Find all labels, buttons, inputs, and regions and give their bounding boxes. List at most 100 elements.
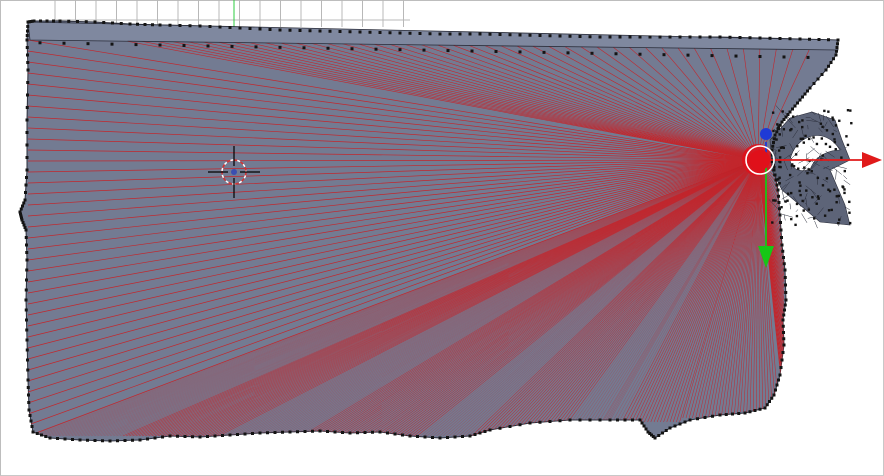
mesh-vertex[interactable] (478, 32, 482, 36)
mesh-vertex[interactable] (483, 430, 487, 433)
mesh-vertex[interactable] (816, 77, 820, 81)
mesh-vertex[interactable] (782, 337, 786, 341)
mesh-vertex[interactable] (768, 400, 771, 403)
mesh-vertex[interactable] (758, 55, 762, 59)
mesh-vertex[interactable] (799, 193, 802, 197)
mesh-vertex[interactable] (781, 324, 785, 328)
mesh-vertex[interactable] (388, 31, 392, 35)
mesh-vertex[interactable] (805, 189, 808, 192)
mesh-vertex[interactable] (438, 436, 442, 440)
mesh-vertex[interactable] (817, 197, 820, 200)
mesh-vertex[interactable] (188, 24, 192, 28)
mesh-vertex[interactable] (131, 438, 134, 442)
mesh-vertex[interactable] (631, 418, 634, 422)
mesh-vertex[interactable] (468, 434, 472, 438)
mesh-vertex[interactable] (538, 34, 542, 37)
mesh-vertex[interactable] (798, 181, 801, 184)
mesh-vertex[interactable] (828, 145, 832, 148)
mesh-vertex[interactable] (371, 430, 374, 434)
mesh-vertex[interactable] (333, 430, 337, 434)
mesh-vertex[interactable] (302, 46, 306, 50)
mesh-vertex[interactable] (528, 33, 532, 37)
mesh-vertex[interactable] (86, 438, 89, 442)
mesh-vertex[interactable] (799, 184, 802, 187)
mesh-vertex[interactable] (827, 38, 830, 42)
mesh-vertex[interactable] (123, 439, 127, 442)
mesh-vertex[interactable] (608, 35, 612, 39)
mesh-vertex[interactable] (268, 28, 272, 31)
mesh-vertex[interactable] (23, 198, 27, 202)
3d-viewport[interactable] (0, 0, 884, 476)
mesh-vertex[interactable] (815, 202, 818, 205)
mesh-vertex[interactable] (25, 348, 29, 352)
mesh-vertex[interactable] (783, 276, 787, 279)
mesh-vertex[interactable] (453, 435, 457, 439)
mesh-vertex[interactable] (782, 331, 785, 334)
mesh-vertex[interactable] (25, 131, 29, 134)
mesh-vertex[interactable] (778, 156, 782, 159)
mesh-vertex[interactable] (724, 413, 728, 416)
mesh-vertex[interactable] (101, 439, 104, 443)
mesh-vertex[interactable] (446, 436, 449, 439)
mesh-vertex[interactable] (644, 427, 648, 431)
mesh-vertex[interactable] (62, 41, 66, 45)
mesh-vertex[interactable] (278, 28, 282, 32)
mesh-vertex[interactable] (168, 23, 172, 27)
mesh-vertex[interactable] (777, 201, 781, 204)
mesh-vertex[interactable] (799, 137, 803, 141)
mesh-vertex[interactable] (816, 195, 820, 198)
mesh-vertex[interactable] (458, 32, 462, 36)
mesh-vertex[interactable] (428, 32, 432, 36)
mesh-vertex[interactable] (608, 418, 612, 422)
mesh-vertex[interactable] (311, 429, 314, 433)
mesh-vertex[interactable] (803, 92, 807, 96)
mesh-vertex[interactable] (835, 49, 838, 53)
mesh-vertex[interactable] (824, 68, 828, 72)
mesh-vertex[interactable] (648, 35, 652, 39)
mesh-vertex[interactable] (819, 122, 823, 125)
mesh-vertex[interactable] (176, 434, 179, 438)
mesh-vertex[interactable] (408, 31, 412, 35)
mesh-vertex[interactable] (30, 425, 34, 428)
mesh-vertex[interactable] (782, 343, 786, 347)
mesh-vertex[interactable] (614, 52, 618, 56)
mesh-vertex[interactable] (772, 199, 775, 202)
mesh-vertex[interactable] (588, 418, 592, 422)
mesh-vertex[interactable] (804, 134, 807, 138)
mesh-vertex[interactable] (568, 34, 572, 38)
mesh-vertex[interactable] (39, 19, 42, 23)
mesh-vertex[interactable] (775, 383, 779, 387)
mesh-vertex[interactable] (688, 35, 692, 39)
gizmo-z-handle-icon[interactable] (760, 128, 772, 140)
mesh-vertex[interactable] (817, 38, 821, 41)
mesh-vertex[interactable] (806, 55, 810, 59)
mesh-vertex[interactable] (116, 439, 119, 443)
mesh-vertex[interactable] (25, 268, 29, 272)
mesh-vertex[interactable] (251, 432, 254, 435)
mesh-vertex[interactable] (792, 164, 796, 168)
mesh-vertex[interactable] (801, 119, 804, 122)
mesh-vertex[interactable] (228, 433, 232, 437)
mesh-vertex[interactable] (350, 47, 354, 51)
mesh-vertex[interactable] (790, 164, 794, 167)
mesh-vertex[interactable] (24, 288, 28, 292)
mesh-vertex[interactable] (734, 54, 738, 58)
mesh-vertex[interactable] (812, 136, 815, 139)
mesh-vertex[interactable] (758, 407, 762, 411)
mesh-vertex[interactable] (642, 424, 646, 428)
mesh-vertex[interactable] (21, 204, 24, 208)
mesh-vertex[interactable] (24, 191, 27, 194)
mesh-vertex[interactable] (807, 168, 811, 171)
mesh-vertex[interactable] (678, 422, 682, 426)
mesh-vertex[interactable] (508, 33, 512, 37)
mesh-vertex[interactable] (778, 133, 781, 136)
mesh-vertex[interactable] (358, 30, 362, 34)
mesh-vertex[interactable] (40, 433, 43, 437)
mesh-vertex[interactable] (811, 196, 814, 199)
mesh-vertex[interactable] (296, 430, 299, 434)
mesh-vertex[interactable] (25, 106, 29, 109)
mesh-vertex[interactable] (578, 35, 582, 38)
mesh-vertex[interactable] (398, 31, 402, 35)
mesh-vertex[interactable] (498, 426, 502, 430)
mesh-vertex[interactable] (784, 298, 788, 302)
